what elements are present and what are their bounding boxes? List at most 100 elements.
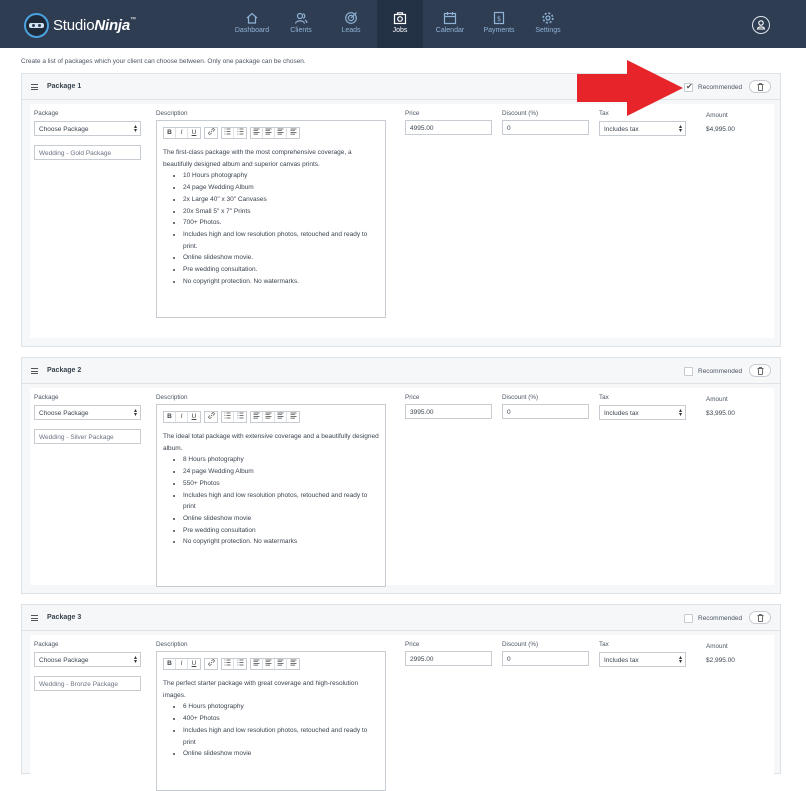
package-card-header: Package 3 Recommended xyxy=(22,605,780,631)
numbered-list-button[interactable] xyxy=(234,128,246,138)
align-right-icon xyxy=(277,412,284,419)
bold-button[interactable]: B xyxy=(164,412,176,422)
discount-input[interactable]: 0 xyxy=(502,651,589,666)
drag-handle-icon[interactable] xyxy=(31,615,38,621)
italic-button[interactable]: I xyxy=(176,659,188,669)
numbered-list-button[interactable] xyxy=(234,659,246,669)
align-left-button[interactable] xyxy=(251,128,263,138)
price-input[interactable]: 4995.00 xyxy=(405,120,492,135)
price-input[interactable]: 2995.00 xyxy=(405,651,492,666)
nav-item-settings[interactable]: Settings xyxy=(525,0,571,48)
nav-item-dashboard[interactable]: Dashboard xyxy=(229,0,275,48)
description-list-item: Includes high and low resolution photos,… xyxy=(183,725,379,748)
delete-package-button[interactable] xyxy=(749,80,771,93)
align-group xyxy=(250,411,300,423)
delete-package-button[interactable] xyxy=(749,364,771,377)
link-button[interactable] xyxy=(205,412,217,422)
choose-package-select[interactable]: Choose Package ▴ ▾ xyxy=(34,652,141,667)
tax-select[interactable]: Includes tax ▴ ▾ xyxy=(599,405,686,420)
align-justify-icon xyxy=(290,659,296,666)
price-input[interactable]: 3995.00 xyxy=(405,404,492,419)
format-group: BIU xyxy=(163,658,201,670)
align-center-button[interactable] xyxy=(263,128,275,138)
package-label: Package xyxy=(34,641,59,648)
discount-input[interactable]: 0 xyxy=(502,120,589,135)
checkmark-icon: ✔ xyxy=(686,82,693,91)
italic-button[interactable]: I xyxy=(176,412,188,422)
description-editor[interactable]: B I U The perfect starter package with grea… xyxy=(156,651,386,791)
numbered-list-button[interactable] xyxy=(234,412,246,422)
underline-button[interactable]: U xyxy=(188,412,200,422)
align-center-button[interactable] xyxy=(263,412,275,422)
recommended-checkbox[interactable] xyxy=(684,614,693,623)
recommended-checkbox[interactable] xyxy=(684,367,693,376)
package-name-input[interactable]: Wedding - Bronze Package xyxy=(34,676,141,691)
amount-value: $4,995.00 xyxy=(706,126,735,133)
nav-item-leads[interactable]: Leads xyxy=(328,0,374,48)
underline-button[interactable]: U xyxy=(188,128,200,138)
svg-text:$: $ xyxy=(497,15,501,23)
discount-input[interactable]: 0 xyxy=(502,404,589,419)
user-account-button[interactable] xyxy=(752,16,770,34)
description-list-item: 400+ Photos xyxy=(183,713,379,725)
align-left-icon xyxy=(253,412,260,419)
description-list-item: Online slideshow movie. xyxy=(183,252,379,264)
nav-label-settings: Settings xyxy=(535,27,561,34)
align-justify-button[interactable] xyxy=(287,412,299,422)
italic-button[interactable]: I xyxy=(176,128,188,138)
delete-package-button[interactable] xyxy=(749,611,771,624)
underline-button[interactable]: U xyxy=(188,659,200,669)
align-right-button[interactable] xyxy=(275,659,287,669)
align-left-button[interactable] xyxy=(251,412,263,422)
nav-item-calendar[interactable]: Calendar xyxy=(427,0,473,48)
align-center-icon xyxy=(265,412,272,419)
amount-label: Amount xyxy=(706,396,728,403)
numbered-list-icon xyxy=(237,659,243,666)
bold-button[interactable]: B xyxy=(164,659,176,669)
trash-icon xyxy=(757,83,764,91)
drag-handle-icon[interactable] xyxy=(31,368,38,374)
description-editor[interactable]: B I U The first-class package with the most… xyxy=(156,120,386,318)
price-label: Price xyxy=(405,394,420,401)
numbered-list-icon xyxy=(237,128,243,135)
choose-package-select[interactable]: Choose Package ▴ ▾ xyxy=(34,405,141,420)
bullet-list-icon xyxy=(224,128,231,135)
package-name-input[interactable]: Wedding - Silver Package xyxy=(34,429,141,444)
description-editor[interactable]: B I U The ideal total package with extensiv… xyxy=(156,404,386,587)
align-left-button[interactable] xyxy=(251,659,263,669)
studio-ninja-logo[interactable]: StudioNinja™ xyxy=(24,12,136,38)
package-card-body: Package Description Price Discount (%) Tax Am… xyxy=(30,388,774,587)
calendar-icon xyxy=(443,12,457,25)
align-center-button[interactable] xyxy=(263,659,275,669)
description-text: The ideal total package with extensive c… xyxy=(163,431,379,548)
brand-trademark: ™ xyxy=(130,16,136,23)
description-list-item: Pre wedding consultation xyxy=(183,525,379,537)
bold-button[interactable]: B xyxy=(164,128,176,138)
link-button[interactable] xyxy=(205,659,217,669)
package-name-input[interactable]: Wedding - Gold Package xyxy=(34,145,141,160)
bullet-list-button[interactable] xyxy=(222,412,234,422)
bullet-list-button[interactable] xyxy=(222,128,234,138)
align-right-button[interactable] xyxy=(275,412,287,422)
gear-icon xyxy=(542,12,554,24)
link-button[interactable] xyxy=(205,128,217,138)
align-justify-button[interactable] xyxy=(287,128,299,138)
choose-package-select[interactable]: Choose Package ▴ ▾ xyxy=(34,121,141,136)
select-arrows-icon: ▴ ▾ xyxy=(678,408,682,418)
nav-item-jobs[interactable]: Jobs xyxy=(377,0,423,48)
tax-select[interactable]: Includes tax ▴ ▾ xyxy=(599,121,686,136)
drag-handle-icon[interactable] xyxy=(31,84,38,90)
nav-item-payments[interactable]: $ Payments xyxy=(476,0,522,48)
align-right-button[interactable] xyxy=(275,128,287,138)
nav-item-clients[interactable]: Clients xyxy=(278,0,324,48)
link-group xyxy=(204,658,218,670)
tax-select[interactable]: Includes tax ▴ ▾ xyxy=(599,652,686,667)
description-intro: The perfect starter package with great c… xyxy=(163,680,359,699)
description-list-item: 20x Small 5" x 7" Prints xyxy=(183,206,379,218)
align-justify-button[interactable] xyxy=(287,659,299,669)
format-group: BIU xyxy=(163,127,201,139)
bullet-list-button[interactable] xyxy=(222,659,234,669)
link-group xyxy=(204,411,218,423)
discount-label: Discount (%) xyxy=(502,641,539,648)
description-label: Description xyxy=(156,110,188,117)
